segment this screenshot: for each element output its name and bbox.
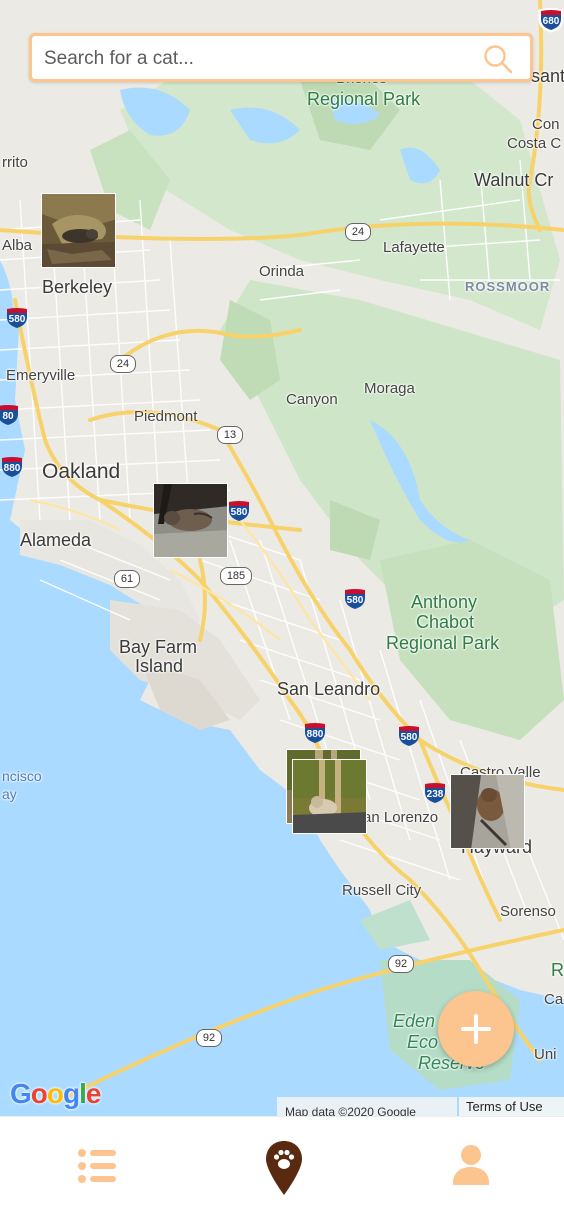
search-icon[interactable] (482, 43, 514, 75)
user-icon (453, 1145, 489, 1185)
place-label-moraga: Moraga (364, 380, 415, 397)
interstate-shield-80: 80 (0, 402, 22, 433)
plus-icon (461, 1014, 491, 1044)
map-attribution: Map data ©2020 Google (277, 1097, 457, 1116)
nav-map-button[interactable] (254, 1137, 314, 1197)
cat-marker-oakland[interactable] (153, 483, 228, 558)
state-route-185: 185 (220, 567, 252, 585)
state-route-13: 13 (217, 426, 243, 444)
place-label-alameda: Alameda (20, 530, 92, 550)
place-label-r-edge: R (551, 960, 564, 980)
place-label-contra: Con (532, 116, 560, 133)
cat-photo (154, 484, 227, 557)
place-label-san-francisco-2: ay (2, 786, 17, 802)
place-label-sorenson: Sorenso (500, 903, 556, 920)
route-80-label: 80 (2, 411, 14, 422)
interstate-shield-680: 680 (537, 7, 564, 38)
route-680-top-label: 680 (542, 16, 560, 27)
state-route-24-a: 24 (345, 223, 371, 241)
route-880-a-label: 880 (3, 463, 21, 474)
cat-photo (293, 760, 366, 833)
place-label-albany: Alba (2, 237, 33, 254)
state-route-92-b: 92 (196, 1029, 222, 1047)
place-label-bay-farm-1: Bay Farm (119, 637, 198, 657)
place-label-piedmont: Piedmont (134, 408, 198, 425)
place-label-briones: Regional Park (307, 89, 421, 109)
nav-list-button[interactable] (66, 1137, 126, 1197)
route-880-b-label: 880 (306, 729, 324, 740)
google-logo: Google (10, 1078, 101, 1109)
state-route-61: 61 (114, 570, 140, 588)
place-label-russell-city: Russell City (342, 882, 422, 899)
place-label-santa: santa (531, 66, 564, 86)
place-label-orinda: Orinda (259, 263, 305, 280)
add-cat-button[interactable] (438, 991, 514, 1067)
place-label-anthony-3: Regional Park (386, 633, 500, 653)
state-route-24-b: 24 (110, 355, 136, 373)
search-bar (29, 33, 533, 82)
route-238-label: 238 (426, 789, 444, 800)
place-label-san-leandro: San Leandro (277, 679, 381, 699)
map-view[interactable]: Regional Park Briones santa Con Costa C … (0, 0, 564, 1116)
map-tiles (0, 0, 564, 1116)
route-580-d-label: 580 (400, 732, 418, 743)
interstate-shield-580-c: 580 (341, 586, 369, 617)
nav-profile-button[interactable] (441, 1137, 501, 1197)
place-label-uni-edge: Uni (534, 1046, 557, 1063)
place-label-berkeley: Berkeley (42, 277, 113, 297)
place-label-eden-1: Eden (393, 1011, 436, 1031)
place-label-bay-farm-2: Island (135, 656, 184, 676)
place-label-emeryville: Emeryville (6, 367, 76, 384)
place-label-san-francisco-1: ncisco (2, 768, 42, 784)
place-label-eden-2: Eco (407, 1032, 439, 1052)
route-580-b-label: 580 (230, 507, 248, 518)
place-label-canyon: Canyon (286, 391, 338, 408)
interstate-shield-880-b: 880 (301, 720, 329, 751)
place-label-walnut-creek: Walnut Cr (474, 170, 554, 190)
paw-location-icon (266, 1141, 302, 1195)
place-label-lafayette: Lafayette (383, 239, 445, 256)
interstate-shield-880-a: 880 (0, 454, 26, 485)
place-label-rossmoor: ROSSMOOR (465, 279, 551, 294)
state-route-92-a: 92 (388, 955, 414, 973)
route-580-c-label: 580 (346, 595, 364, 606)
place-label-costa: Costa C (507, 135, 562, 152)
cat-photo (451, 775, 524, 848)
route-580-a-label: 580 (8, 314, 26, 325)
interstate-shield-580-a: 580 (3, 305, 31, 336)
list-icon (78, 1149, 116, 1183)
cat-marker-berkeley[interactable] (41, 193, 116, 268)
search-input[interactable] (42, 44, 476, 74)
place-label-el-cerrito: rrito (2, 154, 28, 171)
interstate-shield-580-b: 580 (225, 498, 253, 529)
interstate-shield-238: 238 (421, 780, 449, 811)
terms-of-use-link[interactable]: Terms of Use (459, 1097, 564, 1116)
cat-marker-san-leandro-2[interactable] (292, 759, 367, 834)
cat-marker-hayward[interactable] (450, 774, 525, 849)
bottom-nav (0, 1116, 564, 1217)
place-label-anthony-1: Anthony (411, 592, 478, 612)
interstate-shield-580-d: 580 (395, 723, 423, 754)
place-label-anthony-2: Chabot (416, 612, 475, 632)
place-label-ca-edge: Ca (544, 991, 564, 1008)
place-label-oakland: Oakland (42, 460, 121, 483)
cat-photo (42, 194, 115, 267)
place-label-san-lorenzo: an Lorenzo (363, 809, 439, 826)
